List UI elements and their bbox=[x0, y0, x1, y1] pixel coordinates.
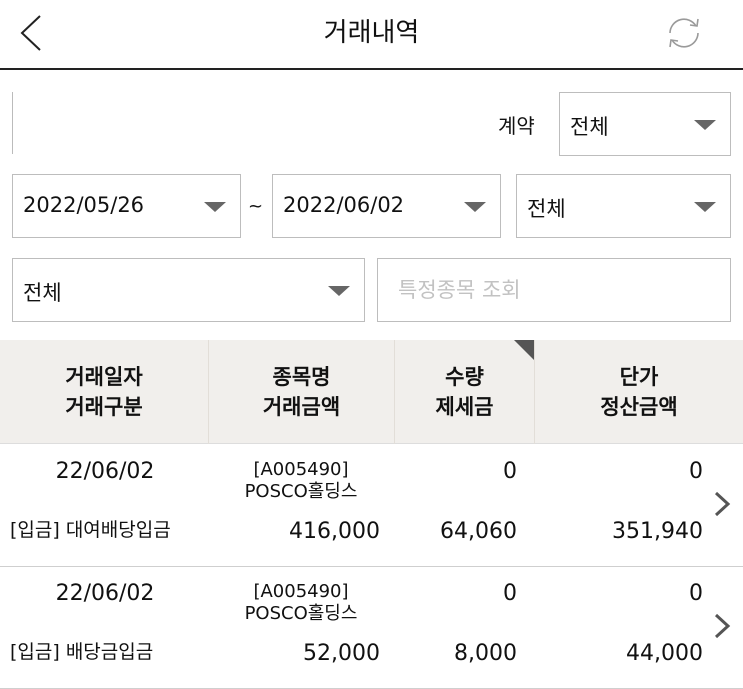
start-date-value: 2022/05/26 bbox=[23, 193, 145, 217]
filter-select-b-value: 전체 bbox=[23, 281, 62, 305]
dropdown-arrow-icon bbox=[464, 202, 486, 212]
header-cell: 종목명 거래금액 bbox=[208, 340, 394, 444]
row-price: 0 bbox=[689, 459, 703, 484]
chevron-right-icon bbox=[714, 613, 731, 639]
row-amount: 52,000 bbox=[303, 641, 380, 666]
header-cell: 단가 정산금액 bbox=[534, 340, 743, 444]
header-qty-label: 수량 bbox=[445, 365, 484, 389]
row-tax: 64,060 bbox=[440, 519, 517, 544]
row-stock-code: [A005490] bbox=[253, 459, 349, 480]
filter-select-b[interactable]: 전체 bbox=[12, 258, 365, 322]
row-qty: 0 bbox=[503, 581, 517, 606]
row-settle-amount: 351,940 bbox=[612, 519, 703, 544]
contract-select[interactable]: 전체 bbox=[559, 92, 731, 156]
header-cell-sortable[interactable]: 수량 제세금 bbox=[394, 340, 534, 444]
refresh-icon bbox=[669, 18, 699, 48]
header-date-label: 거래일자 bbox=[65, 365, 143, 389]
row-stock-code: [A005490] bbox=[253, 581, 349, 602]
contract-label: 계약 bbox=[498, 114, 535, 138]
dropdown-arrow-icon bbox=[204, 202, 226, 212]
divider bbox=[12, 92, 13, 154]
start-date-select[interactable]: 2022/05/26 bbox=[12, 174, 241, 238]
header-type-label: 거래구분 bbox=[65, 395, 143, 419]
header-cell: 거래일자 거래구분 bbox=[0, 340, 208, 444]
row-amount: 416,000 bbox=[289, 519, 380, 544]
end-date-select[interactable]: 2022/06/02 bbox=[272, 174, 501, 238]
row-settle-amount: 44,000 bbox=[626, 641, 703, 666]
page-title: 거래내역 bbox=[323, 18, 420, 48]
row-stock-name: POSCO홀딩스 bbox=[244, 481, 358, 502]
row-tax: 8,000 bbox=[454, 641, 517, 666]
end-date-value: 2022/06/02 bbox=[283, 193, 405, 217]
row-type: [입금] 대여배당입금 bbox=[10, 519, 171, 541]
chevron-right-icon bbox=[714, 491, 731, 517]
filter-select-a-value: 전체 bbox=[527, 197, 566, 221]
row-stock-name: POSCO홀딩스 bbox=[244, 603, 358, 624]
header-price-label: 단가 bbox=[619, 365, 659, 389]
date-range-separator: ~ bbox=[248, 196, 264, 217]
header-amount-label: 거래금액 bbox=[262, 395, 341, 419]
contract-select-value: 전체 bbox=[570, 115, 609, 139]
table-row[interactable]: 22/06/02 [입금] 배당금입금 [A005490] POSCO홀딩스 5… bbox=[0, 567, 743, 689]
dropdown-arrow-icon bbox=[328, 286, 350, 296]
table-row[interactable]: 22/06/02 [입금] 대여배당입금 [A005490] POSCO홀딩스 … bbox=[0, 445, 743, 567]
toggle-corner-icon[interactable] bbox=[514, 340, 534, 360]
row-type: [입금] 배당금입금 bbox=[10, 641, 154, 663]
dropdown-arrow-icon bbox=[694, 120, 716, 130]
row-price: 0 bbox=[689, 581, 703, 606]
header-settle-label: 정산금액 bbox=[600, 395, 678, 419]
row-date: 22/06/02 bbox=[55, 459, 155, 484]
row-date: 22/06/02 bbox=[55, 581, 155, 606]
stock-search-input[interactable] bbox=[377, 258, 731, 322]
header-name-label: 종목명 bbox=[272, 365, 331, 389]
dropdown-arrow-icon bbox=[694, 202, 716, 212]
row-qty: 0 bbox=[503, 459, 517, 484]
header-tax-label: 제세금 bbox=[435, 395, 494, 419]
header-bar: 거래내역 bbox=[0, 0, 743, 70]
filter-select-a[interactable]: 전체 bbox=[516, 174, 731, 238]
table-header: 거래일자 거래구분 종목명 거래금액 수량 제세금 단가 정산금액 bbox=[0, 340, 743, 444]
refresh-button[interactable] bbox=[662, 12, 706, 54]
